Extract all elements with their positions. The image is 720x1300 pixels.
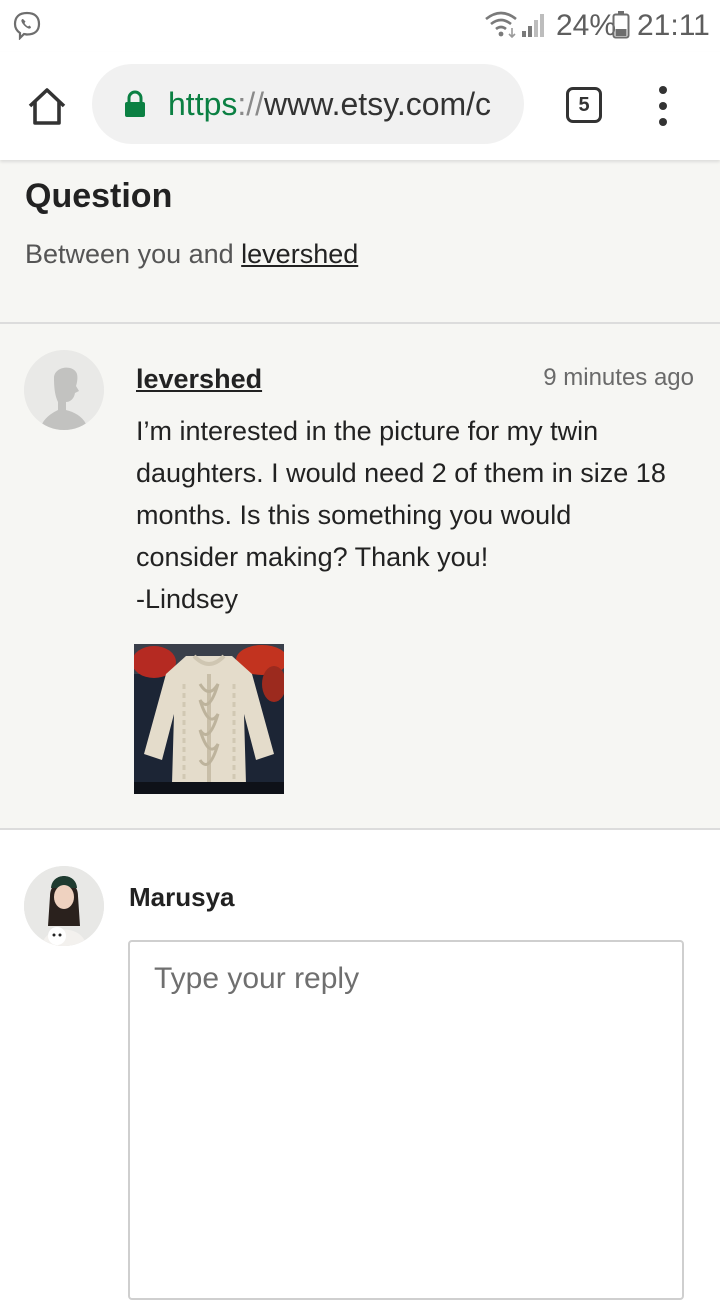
wifi-icon	[485, 11, 517, 38]
message-timestamp: 9 minutes ago	[543, 364, 694, 391]
reply-section: Marusya	[0, 830, 720, 1300]
message-body: I’m interested in the picture for my twi…	[136, 410, 696, 620]
battery-percent: 24%	[556, 9, 617, 42]
clock: 21:11	[637, 9, 710, 42]
message-line: -Lindsey	[136, 584, 239, 614]
browser-toolbar: https://www.etsy.com/c 5	[0, 52, 720, 160]
url-separator: ://	[237, 86, 265, 122]
signal-icon	[522, 14, 544, 37]
reply-user-name: Marusya	[129, 882, 235, 912]
reply-input[interactable]	[128, 940, 684, 1300]
message-line: months. Is this something you would	[136, 500, 572, 530]
message-line: consider making? Thank you!	[136, 542, 489, 572]
tab-count: 5	[578, 94, 590, 116]
message-line: I’m interested in the picture for my twi…	[136, 416, 599, 446]
avatar[interactable]	[24, 866, 104, 946]
message-line: daughters. I would need 2 of them in siz…	[136, 458, 666, 488]
status-bar: 24% 21:11	[0, 0, 720, 52]
subtitle-prefix: Between you and	[25, 239, 242, 269]
avatar[interactable]	[24, 350, 104, 430]
user-photo	[24, 866, 104, 946]
url-host: www.etsy.com/c	[264, 86, 492, 122]
attachment-thumbnail[interactable]	[134, 644, 284, 794]
lock-icon	[125, 90, 145, 117]
conversation-subtitle: Between you and levershed	[25, 236, 358, 272]
url-bar[interactable]: https://www.etsy.com/c	[92, 64, 524, 144]
tab-switcher-icon[interactable]: 5	[566, 87, 602, 123]
home-icon[interactable]	[26, 86, 68, 126]
knitted-sweater-photo	[134, 644, 284, 794]
battery-icon	[612, 11, 630, 39]
viber-icon	[13, 11, 41, 40]
question-header: Question Between you and levershed	[0, 160, 720, 324]
message: levershed 9 minutes ago I’m interested i…	[0, 324, 720, 830]
url-text: https://www.etsy.com/c	[168, 84, 491, 124]
message-author-link[interactable]: levershed	[136, 362, 262, 396]
overflow-menu-icon[interactable]	[654, 86, 672, 126]
default-user-icon	[24, 350, 104, 430]
url-scheme: https	[168, 86, 238, 122]
subtitle-user-link[interactable]: levershed	[241, 239, 358, 269]
page-title: Question	[25, 177, 173, 215]
